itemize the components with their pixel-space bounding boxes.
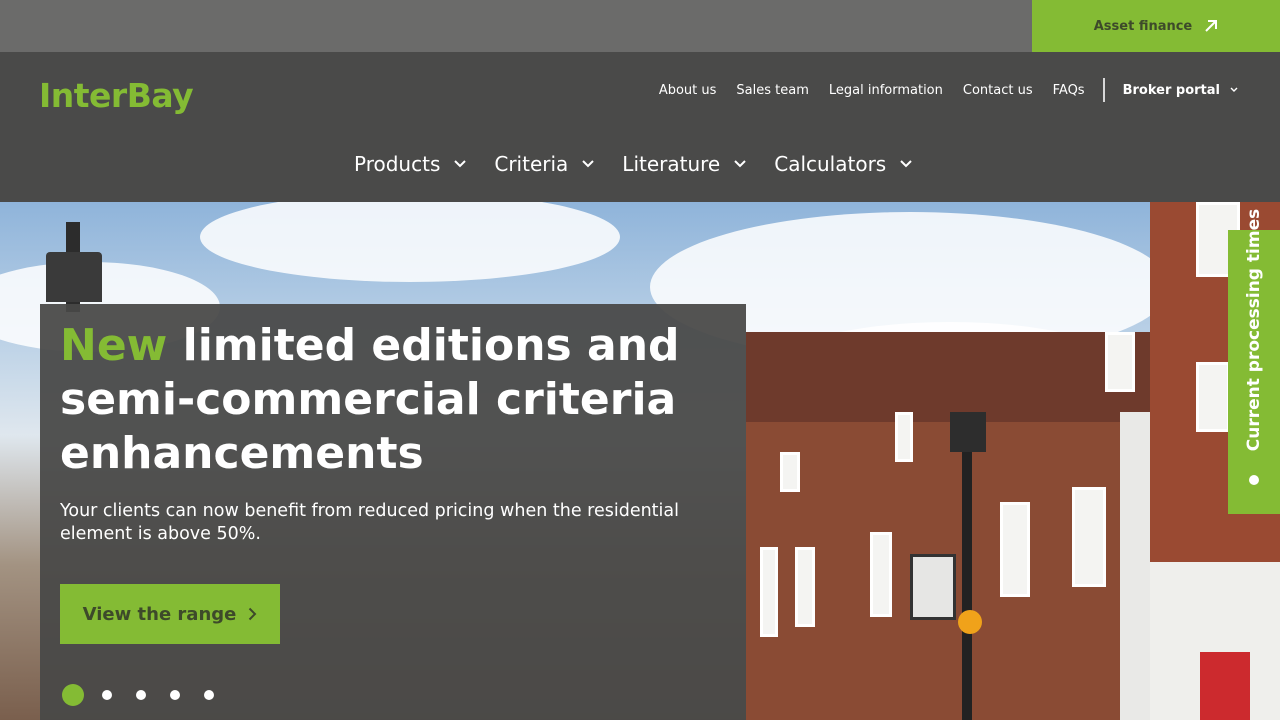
hero-content-panel: New limited editions and semi-commercial… [40, 304, 746, 720]
hero-headline: New limited editions and semi-commercial… [60, 319, 700, 481]
carousel-pagination [62, 684, 238, 706]
main-nav-products[interactable]: Products [354, 152, 467, 176]
processing-times-label: Current processing times [1244, 208, 1264, 452]
chevron-down-icon [900, 160, 912, 168]
chevron-down-icon [454, 160, 467, 168]
chevron-down-icon [1230, 87, 1238, 92]
chevron-right-icon [249, 607, 257, 621]
site-header: InterBay About us Sales team Legal infor… [0, 52, 1280, 202]
nav-divider [1102, 78, 1105, 102]
chevron-down-icon [734, 160, 746, 168]
carousel-dot-4[interactable] [170, 690, 180, 700]
main-nav: Products Criteria Literature Calculators [354, 152, 940, 176]
asset-finance-label: Asset finance [1093, 18, 1193, 34]
main-nav-criteria[interactable]: Criteria [494, 152, 595, 176]
nav-link-faqs[interactable]: FAQs [1053, 83, 1085, 98]
main-nav-calculators[interactable]: Calculators [774, 152, 912, 176]
current-processing-times-tab[interactable]: Current processing times [1228, 209, 1280, 514]
nav-link-about-us[interactable]: About us [659, 83, 717, 98]
nav-link-sales-team[interactable]: Sales team [736, 83, 808, 98]
carousel-dot-1[interactable] [62, 684, 84, 706]
hero-banner: New limited editions and semi-commercial… [0, 202, 1280, 720]
chevron-down-icon [582, 160, 595, 168]
main-nav-literature[interactable]: Literature [622, 152, 746, 176]
main-nav-label: Products [354, 152, 441, 176]
hero-headline-accent: New [60, 320, 168, 371]
top-utility-bar: Asset finance [0, 0, 1280, 52]
main-nav-label: Literature [622, 152, 721, 176]
broker-portal-label: Broker portal [1122, 82, 1220, 98]
nav-link-contact-us[interactable]: Contact us [963, 83, 1033, 98]
bullet-icon [1249, 475, 1259, 485]
broker-portal-dropdown[interactable]: Broker portal [1123, 83, 1238, 98]
main-nav-label: Calculators [774, 152, 887, 176]
nav-link-legal-information[interactable]: Legal information [829, 83, 943, 98]
interbay-logo[interactable]: InterBay [39, 76, 194, 115]
main-nav-label: Criteria [494, 152, 569, 176]
view-the-range-button[interactable]: View the range [60, 584, 280, 644]
asset-finance-button[interactable]: Asset finance [1032, 0, 1280, 52]
arrow-up-right-icon [1205, 20, 1218, 32]
hero-subtext: Your clients can now benefit from reduce… [60, 501, 679, 544]
utility-nav: About us Sales team Legal information Co… [639, 78, 1238, 102]
carousel-dot-5[interactable] [204, 690, 214, 700]
cta-label: View the range [82, 603, 237, 625]
carousel-dot-2[interactable] [102, 690, 112, 700]
carousel-dot-3[interactable] [136, 690, 146, 700]
